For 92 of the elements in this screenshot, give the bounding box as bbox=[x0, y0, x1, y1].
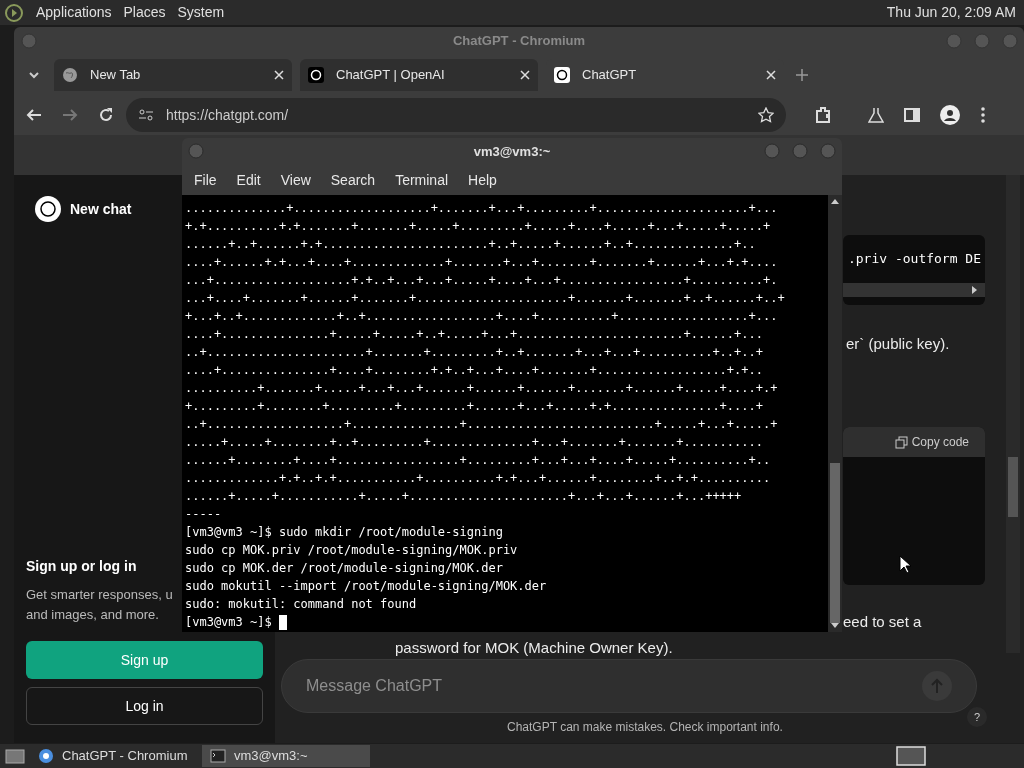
terminal-line: ..+...................+...............+..........................+.....+...+.....+ bbox=[185, 416, 779, 433]
window-title: vm3@vm3:~ bbox=[473, 142, 551, 161]
browser-icon bbox=[38, 748, 54, 764]
log-in-button[interactable]: Log in bbox=[26, 687, 263, 725]
window-title: ChatGPT - Chromium bbox=[452, 32, 586, 51]
close-icon[interactable] bbox=[274, 70, 284, 80]
back-icon[interactable] bbox=[26, 107, 42, 123]
terminal-line: ....+......+.+...+....+.............+.......+...+.......+.......+......+...+.+.... bbox=[185, 254, 779, 271]
panel-menu[interactable]: System bbox=[177, 2, 225, 23]
scroll-thumb[interactable] bbox=[830, 463, 840, 623]
forward-icon[interactable] bbox=[62, 107, 78, 123]
browser-tab[interactable]: New Tab bbox=[54, 59, 292, 91]
menu-item[interactable]: Edit bbox=[236, 169, 261, 191]
star-icon[interactable] bbox=[758, 107, 774, 123]
tab-label: New Tab bbox=[90, 66, 142, 85]
text-cursor bbox=[278, 615, 287, 630]
terminal-line: ...+....+.......+......+.......+.....................+.......+.......+..+......+..+ bbox=[185, 290, 786, 307]
tab-label: ChatGPT bbox=[582, 66, 638, 85]
menu-item[interactable]: Help bbox=[468, 169, 497, 191]
terminal-line: ----- bbox=[185, 506, 223, 523]
mouse-pointer-icon bbox=[899, 555, 911, 573]
signup-text: Get smarter responses, u and images, and more. bbox=[26, 586, 173, 624]
menu-icon[interactable] bbox=[980, 106, 986, 124]
reload-icon[interactable] bbox=[98, 107, 114, 123]
panel-logo-icon[interactable] bbox=[4, 2, 24, 23]
terminal-line: +.+..........+.+.......+.......+.....+.........+.....+....+.....+...+.....+.....+ bbox=[185, 218, 772, 235]
scroll-up-icon[interactable] bbox=[831, 199, 839, 204]
side-panel-icon[interactable] bbox=[904, 107, 920, 123]
tab-label: ChatGPT | OpenAI bbox=[336, 66, 446, 85]
new-tab-icon[interactable] bbox=[796, 69, 808, 81]
terminal-line: ......+.....+...........+.....+......................+...+...+......+...+++++ bbox=[185, 488, 743, 505]
terminal-line: ..+......................+.......+.........+..+.......+...+...+..........+..+..+ bbox=[185, 344, 764, 361]
chat-text: eed to set a bbox=[843, 612, 922, 632]
menu-item[interactable]: View bbox=[280, 169, 311, 191]
terminal-line: sudo cp MOK.priv /root/module-signing/MOK.priv bbox=[185, 542, 519, 559]
flask-icon[interactable] bbox=[868, 107, 884, 123]
scroll-right-icon[interactable] bbox=[972, 286, 977, 294]
chatgpt-logo-icon bbox=[554, 67, 570, 83]
terminal-line: +...+..+.............+..+..................+....+..........+..................+... bbox=[185, 308, 779, 325]
signup-title: Sign up or log in bbox=[26, 557, 137, 576]
panel-clock[interactable]: Thu Jun 20, 2:09 AM bbox=[886, 2, 1020, 23]
terminal-line: sudo: mokutil: command not found bbox=[185, 596, 418, 613]
globe-icon bbox=[62, 67, 78, 83]
taskbar-item[interactable]: ChatGPT - Chromium bbox=[30, 745, 198, 767]
terminal-line: ..............+...................+.......+...+.........+.....................+... bbox=[185, 200, 779, 217]
terminal-line: ..........+.......+.....+...+...+......+......+......+.......+......+.....+....+.+ bbox=[185, 380, 779, 397]
message-input[interactable]: Message ChatGPT bbox=[281, 659, 977, 713]
panel-menu[interactable]: Applications bbox=[36, 2, 112, 23]
workspace-switcher-icon[interactable] bbox=[896, 746, 926, 766]
message-field[interactable]: Message ChatGPT bbox=[306, 674, 922, 698]
terminal-line: sudo cp MOK.der /root/module-signing/MOK.der bbox=[185, 560, 504, 577]
site-info-icon[interactable] bbox=[138, 108, 154, 122]
menu-item[interactable]: Search bbox=[330, 169, 376, 191]
terminal-icon bbox=[210, 749, 226, 763]
terminal-line: ....+...............+....+........+.+..+...+....+.......+..................+.+.. bbox=[185, 362, 764, 379]
panel-menu[interactable]: Places bbox=[123, 2, 166, 23]
terminal-line: sudo mokutil --import /root/module-signing/MOK.der bbox=[185, 578, 548, 595]
terminal-line: ....+...............+.....+.....+..+.....+...+.......................+......+... bbox=[185, 326, 764, 343]
terminal-line: .............+.+..+.+...........+..........+.+...+......+........+..+.+.......... bbox=[185, 470, 772, 487]
copy-icon bbox=[894, 435, 908, 449]
terminal-line: [vm3@vm3 ~]$ sudo mkdir /root/module-signing bbox=[185, 524, 504, 541]
extensions-icon[interactable] bbox=[814, 106, 832, 124]
url-text: https://chatgpt.com/ bbox=[166, 105, 290, 125]
chat-text: password for MOK (Machine Owner Key). bbox=[395, 640, 673, 655]
profile-icon[interactable] bbox=[940, 105, 960, 125]
taskbar-label: vm3@vm3:~ bbox=[234, 747, 308, 766]
chat-text: er` (public key). bbox=[846, 334, 950, 354]
taskbar-label: ChatGPT - Chromium bbox=[62, 747, 188, 766]
new-chat-item[interactable]: New chat bbox=[26, 195, 140, 223]
scrollbar[interactable] bbox=[828, 195, 842, 632]
scrollbar[interactable] bbox=[1006, 175, 1020, 653]
code-text: .priv -outform DE bbox=[847, 250, 981, 269]
terminal-line: .....+.....+........+..+.........+..............+...+.......+.......+........... bbox=[185, 434, 764, 451]
terminal-line: [vm3@vm3 ~]$ bbox=[185, 613, 828, 631]
disclaimer-text: ChatGPT can make mistakes. Check important info. bbox=[507, 719, 783, 736]
show-desktop-icon[interactable] bbox=[4, 747, 26, 765]
terminal-line: ...+...................+.+..+...+...+.....+....+...+.................+..........+. bbox=[185, 272, 779, 289]
help-button[interactable]: ? bbox=[967, 707, 987, 727]
chatgpt-logo-icon bbox=[34, 195, 62, 223]
taskbar-item[interactable]: vm3@vm3:~ bbox=[202, 745, 370, 767]
scrollbar[interactable] bbox=[843, 283, 985, 297]
terminal-line: +.........+........+.........+.........+......+...+.....+.+...............+....+ bbox=[185, 398, 764, 415]
scroll-thumb[interactable] bbox=[1008, 457, 1018, 517]
close-icon[interactable] bbox=[766, 70, 776, 80]
menu-item[interactable]: File bbox=[194, 169, 217, 191]
terminal-line: ......+........+....+.................+.........+...+...+....+.....+..........+.. bbox=[185, 452, 772, 469]
chatgpt-logo-icon bbox=[308, 67, 324, 83]
address-bar[interactable]: https://chatgpt.com/ bbox=[126, 98, 786, 132]
terminal-line: ......+..+......+.+.......................+..+.....+......+..+..............+.. bbox=[185, 236, 757, 253]
menu-item[interactable]: Terminal bbox=[395, 169, 449, 191]
browser-tab[interactable]: ChatGPT | OpenAI bbox=[300, 59, 538, 91]
close-icon[interactable] bbox=[520, 70, 530, 80]
